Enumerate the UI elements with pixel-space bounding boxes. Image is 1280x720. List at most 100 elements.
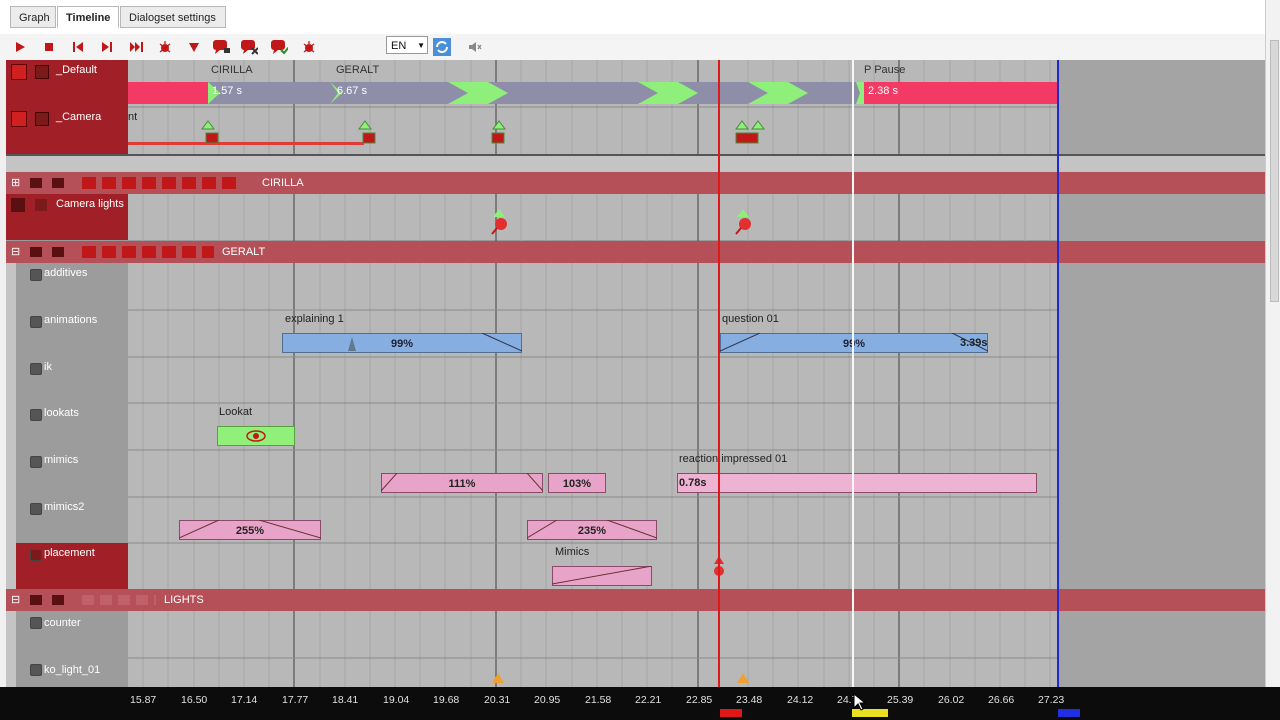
chat-check-icon[interactable] xyxy=(270,38,288,56)
track-additives-header[interactable]: additives xyxy=(6,263,128,310)
clip-reaction[interactable] xyxy=(677,473,1037,493)
duration-1: 1.57 s xyxy=(212,85,242,97)
tab-graph[interactable]: Graph xyxy=(10,6,56,28)
filter-down-icon[interactable] xyxy=(185,38,203,56)
expand-icon[interactable]: ⊞ xyxy=(11,172,20,194)
event-cirilla[interactable]: CIRILLA xyxy=(211,64,253,76)
lock-icon[interactable] xyxy=(52,595,64,605)
chat-camera-icon[interactable] xyxy=(212,38,230,56)
bug-icon-2[interactable] xyxy=(300,38,318,56)
tab-bar: Graph Timeline Dialogset settings xyxy=(0,0,1280,35)
bug-icon[interactable] xyxy=(156,38,174,56)
clip-explaining-label: explaining 1 xyxy=(285,313,344,325)
group-geralt-label: GERALT xyxy=(222,246,266,258)
collapse-icon[interactable]: ⊟ xyxy=(11,241,20,263)
group-lights-label: LIGHTS xyxy=(164,594,204,606)
lock-icon[interactable] xyxy=(30,456,42,468)
actor-tools-icons[interactable] xyxy=(82,246,214,258)
tick-label: 22.85 xyxy=(686,694,713,706)
lock-icon[interactable] xyxy=(30,363,42,375)
chevron-down-icon: ▼ xyxy=(417,41,425,50)
track-animations-header[interactable]: animations xyxy=(6,310,128,357)
pin-icon[interactable] xyxy=(30,178,42,188)
group-lights-header[interactable]: ⊟ LIGHTS xyxy=(6,589,1265,611)
clip-question-blend xyxy=(720,333,988,352)
track-animations-label: animations xyxy=(44,314,98,326)
tick-label: 26.66 xyxy=(988,694,1015,706)
track-default-header[interactable]: _Default xyxy=(6,60,128,107)
track-lookats-label: lookats xyxy=(44,407,79,419)
group-cirilla-label: CIRILLA xyxy=(262,177,304,189)
clip-mimics-extra-label: Mimics xyxy=(555,546,590,558)
clip-mimics-1-blend xyxy=(381,473,543,492)
fast-forward-icon[interactable] xyxy=(127,38,145,56)
tick-label: 19.68 xyxy=(433,694,460,706)
track-ik-header[interactable]: ik xyxy=(6,357,128,403)
skip-end-icon[interactable] xyxy=(98,38,116,56)
tab-timeline[interactable]: Timeline xyxy=(57,6,119,28)
lock-icon[interactable] xyxy=(30,617,42,629)
group-indent xyxy=(6,263,16,590)
light-key-1[interactable] xyxy=(491,672,505,684)
lock-icon[interactable] xyxy=(30,269,42,281)
lock-icon[interactable] xyxy=(52,247,64,257)
track-additives-label: additives xyxy=(44,267,88,279)
track-mimics2-header[interactable]: mimics2 xyxy=(6,497,128,543)
lock-icon[interactable] xyxy=(52,178,64,188)
tab-dialogset-settings[interactable]: Dialogset settings xyxy=(120,6,226,28)
end-marker-blue[interactable] xyxy=(1057,60,1059,687)
pin-icon[interactable] xyxy=(30,595,42,605)
track-default-label: _Default xyxy=(56,64,97,76)
tick-label: 17.14 xyxy=(231,694,258,706)
lock-icon[interactable] xyxy=(30,664,42,676)
tick-label: 25.39 xyxy=(887,694,914,706)
skip-start-icon[interactable] xyxy=(69,38,87,56)
clip-explaining-blend xyxy=(348,333,522,352)
mute-icon[interactable] xyxy=(466,38,484,56)
visibility-icons[interactable] xyxy=(82,595,156,605)
actor-tools-icons[interactable] xyxy=(82,177,242,189)
track-lookats-header[interactable]: lookats xyxy=(6,403,128,450)
clip-mimics-extra-blend xyxy=(552,566,652,585)
lock-icon[interactable] xyxy=(30,503,42,515)
toolbar xyxy=(0,34,1280,60)
chat-delete-icon[interactable] xyxy=(240,38,258,56)
event-geralt[interactable]: GERALT xyxy=(336,64,379,76)
clip-question-label: question 01 xyxy=(722,313,779,325)
track-mimics-header[interactable]: mimics xyxy=(6,450,128,497)
track-ko-light-header[interactable]: ko_light_01 xyxy=(6,658,128,687)
group-indent xyxy=(6,611,16,687)
clip-mimics-2[interactable]: 103% xyxy=(548,473,606,493)
placement-marker[interactable] xyxy=(708,554,732,586)
lock-icon[interactable] xyxy=(30,316,42,328)
pin-icon[interactable] xyxy=(11,64,27,80)
light-key-2[interactable] xyxy=(736,672,750,684)
track-ik-label: ik xyxy=(44,361,52,373)
scrollbar[interactable] xyxy=(1265,0,1280,687)
play-icon[interactable] xyxy=(11,38,29,56)
refresh-icon[interactable] xyxy=(433,38,451,56)
event-pause[interactable]: P Pause xyxy=(864,64,905,76)
track-ko-light-label: ko_light_01 xyxy=(44,664,101,676)
scrollbar-thumb[interactable] xyxy=(1270,40,1279,302)
track-counter-header[interactable]: counter xyxy=(6,611,128,658)
lock-icon[interactable] xyxy=(30,549,42,561)
collapse-icon[interactable]: ⊟ xyxy=(11,589,20,611)
tick-label: 15.87 xyxy=(130,694,157,706)
default-bar-start xyxy=(128,82,208,104)
lock-icon[interactable] xyxy=(35,65,49,79)
language-value: EN xyxy=(391,40,407,52)
stop-icon[interactable] xyxy=(40,38,58,56)
timeline-panel: _Default CIRILLA GERALT P Pause 1.57 s 6… xyxy=(6,60,1265,687)
group-geralt-header[interactable]: ⊟ GERALT xyxy=(6,241,1265,263)
playhead-red[interactable] xyxy=(718,60,720,687)
pin-icon[interactable] xyxy=(30,247,42,257)
clip-reaction-label: reaction impressed 01 xyxy=(679,453,788,465)
language-select[interactable]: EN ▼ xyxy=(386,36,428,54)
group-cirilla-header[interactable]: ⊞ CIRILLA xyxy=(6,172,1265,194)
track-placement-label: placement xyxy=(44,547,95,559)
track-placement-header[interactable]: placement xyxy=(6,543,128,590)
lock-icon[interactable] xyxy=(30,409,42,421)
time-ruler[interactable]: 15.87 16.50 17.14 17.77 18.41 19.04 19.6… xyxy=(0,687,1280,720)
clip-mimics-2-pct: 103% xyxy=(562,478,592,490)
